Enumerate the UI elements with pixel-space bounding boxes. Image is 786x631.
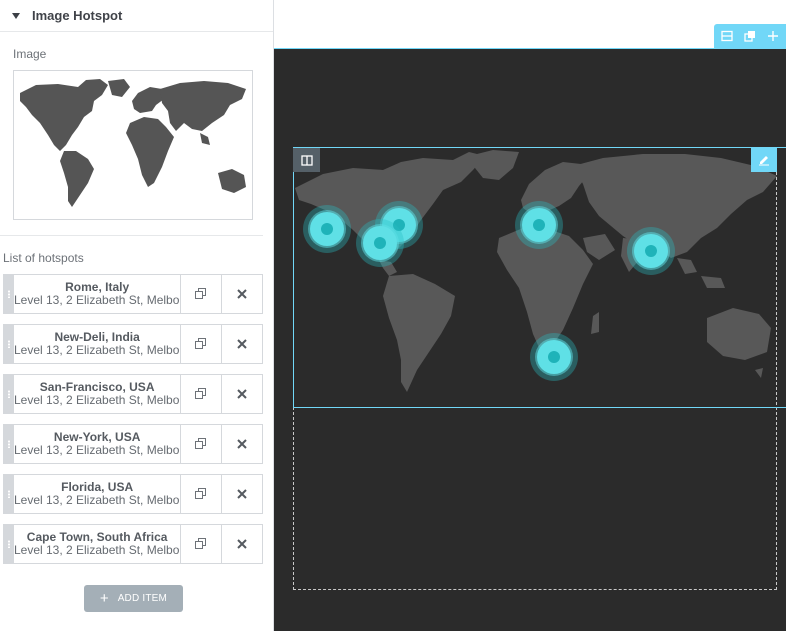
drag-handle-icon[interactable] [4, 475, 14, 513]
hotspot-address: Level 13, 2 Elizabeth St, Melbourne [13, 443, 180, 457]
caret-down-icon [12, 12, 20, 19]
hotspot-item[interactable]: New-York, USA Level 13, 2 Elizabeth St, … [3, 424, 263, 464]
hotspot-address: Level 13, 2 Elizabeth St, Melbourne [13, 293, 180, 307]
duplicate-button[interactable] [180, 375, 221, 413]
hotspot-list-label: List of hotspots [3, 251, 84, 265]
copy-icon [195, 438, 207, 449]
drag-handle-icon[interactable] [4, 375, 14, 413]
hotspot-item-text[interactable]: San-Francisco, USA Level 13, 2 Elizabeth… [14, 375, 180, 413]
hotspot-marker-san-francisco[interactable] [303, 205, 351, 253]
hotspot-item[interactable]: New-Deli, India Level 13, 2 Elizabeth St… [3, 324, 263, 364]
close-icon [237, 539, 247, 549]
hotspot-address: Level 13, 2 Elizabeth St, Melbourne [13, 493, 180, 507]
hotspot-item[interactable]: Cape Town, South Africa Level 13, 2 Eliz… [3, 524, 263, 564]
hotspot-item[interactable]: San-Francisco, USA Level 13, 2 Elizabeth… [3, 374, 263, 414]
column-handle-button[interactable] [293, 148, 320, 172]
copy-icon [195, 338, 207, 349]
remove-button[interactable] [221, 275, 262, 313]
duplicate-button[interactable] [180, 475, 221, 513]
duplicate-button[interactable] [180, 275, 221, 313]
duplicate-icon [744, 31, 755, 42]
copy-icon [195, 538, 207, 549]
hotspot-item-text[interactable]: Rome, Italy Level 13, 2 Elizabeth St, Me… [14, 275, 180, 313]
close-icon [237, 489, 247, 499]
duplicate-section-button[interactable] [740, 26, 760, 46]
hotspot-address: Level 13, 2 Elizabeth St, Melbourne [13, 343, 180, 357]
hotspot-address: Level 13, 2 Elizabeth St, Melbourne [13, 393, 180, 407]
duplicate-button[interactable] [180, 425, 221, 463]
section-icon [721, 30, 733, 42]
drag-handle-icon[interactable] [4, 325, 14, 363]
hotspot-item-text[interactable]: New-Deli, India Level 13, 2 Elizabeth St… [14, 325, 180, 363]
pencil-icon [759, 156, 769, 166]
editor-root: Image Hotspot Image List of hotspots Rom… [0, 0, 786, 631]
close-icon [237, 339, 247, 349]
hotspot-item[interactable]: Rome, Italy Level 13, 2 Elizabeth St, Me… [3, 274, 263, 314]
remove-button[interactable] [221, 525, 262, 563]
remove-button[interactable] [221, 425, 262, 463]
hotspot-marker-florida[interactable] [356, 219, 404, 267]
hotspot-marker-rome[interactable] [515, 201, 563, 249]
copy-icon [195, 288, 207, 299]
hotspot-address: Level 13, 2 Elizabeth St, Melbourne [13, 543, 180, 557]
close-icon [237, 439, 247, 449]
remove-button[interactable] [221, 475, 262, 513]
close-icon [237, 289, 247, 299]
plus-icon: + [99, 590, 109, 607]
drag-handle-icon[interactable] [4, 275, 14, 313]
divider [0, 235, 263, 236]
copy-icon [195, 388, 207, 399]
remove-button[interactable] [221, 375, 262, 413]
hotspot-item-text[interactable]: Florida, USA Level 13, 2 Elizabeth St, M… [14, 475, 180, 513]
drag-handle-icon[interactable] [4, 425, 14, 463]
copy-icon [195, 488, 207, 499]
close-icon [237, 389, 247, 399]
add-section-button[interactable] [763, 26, 783, 46]
section-header[interactable]: Image Hotspot [0, 0, 273, 32]
image-label: Image [13, 47, 47, 61]
hotspot-item[interactable]: Florida, USA Level 13, 2 Elizabeth St, M… [3, 474, 263, 514]
add-item-button[interactable]: + ADD ITEM [84, 585, 183, 612]
add-icon [767, 31, 778, 41]
add-item-label: ADD ITEM [117, 593, 168, 604]
duplicate-button[interactable] [180, 325, 221, 363]
preview-top-area [275, 0, 786, 48]
drag-handle-icon[interactable] [4, 525, 14, 563]
duplicate-button[interactable] [180, 525, 221, 563]
section-title: Image Hotspot [32, 8, 123, 23]
hotspot-marker-cape-town[interactable] [530, 333, 578, 381]
settings-panel: Image Hotspot Image List of hotspots Rom… [0, 0, 274, 631]
hotspot-list: Rome, Italy Level 13, 2 Elizabeth St, Me… [3, 274, 263, 574]
image-picker[interactable] [13, 70, 253, 220]
world-map-thumbnail [20, 79, 246, 207]
section-toolbar [714, 24, 786, 48]
remove-button[interactable] [221, 325, 262, 363]
edit-widget-button[interactable] [751, 148, 777, 172]
hotspot-marker-new-deli[interactable] [627, 227, 675, 275]
section-handle-button[interactable] [717, 26, 737, 46]
hotspot-item-text[interactable]: Cape Town, South Africa Level 13, 2 Eliz… [14, 525, 180, 563]
hotspot-item-text[interactable]: New-York, USA Level 13, 2 Elizabeth St, … [14, 425, 180, 463]
column-icon [300, 154, 313, 166]
